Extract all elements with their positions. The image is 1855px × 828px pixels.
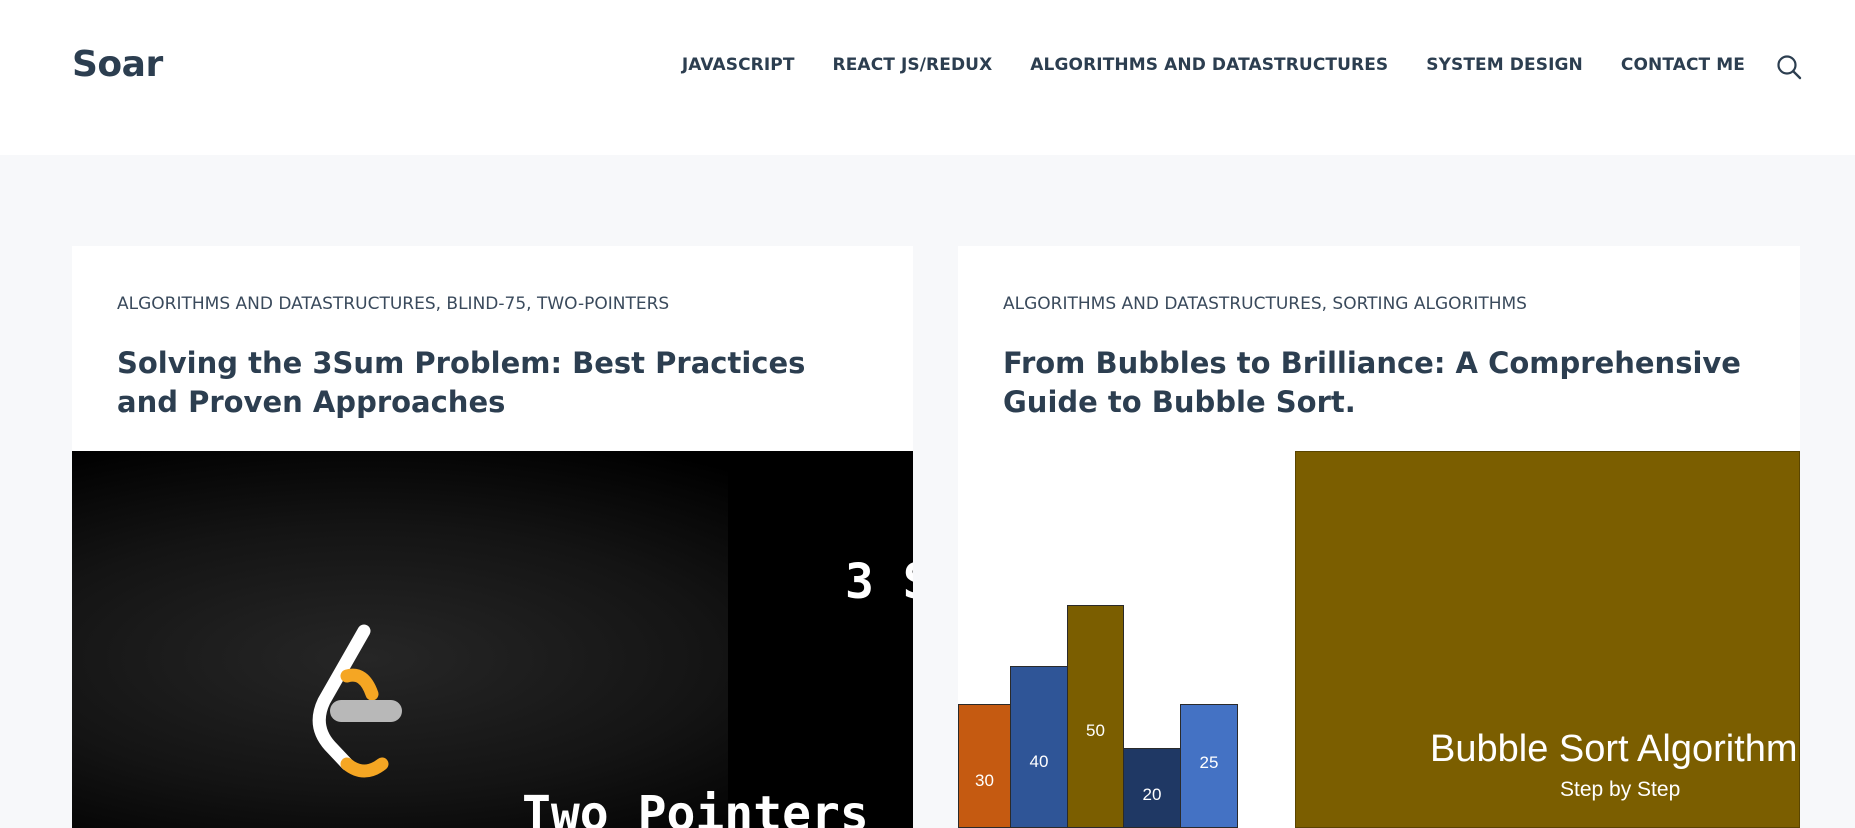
post-card[interactable]: ALGORITHMS AND DATASTRUCTURES, BLIND-75,… (72, 246, 913, 828)
post-title[interactable]: From Bubbles to Brilliance: A Comprehens… (1003, 344, 1743, 422)
nav-item-contact[interactable]: CONTACT ME (1621, 55, 1745, 75)
thumbnail-panel (728, 451, 913, 828)
thumbnail-subtitle: Step by Step (1560, 778, 1681, 801)
thumbnail-title: 3 S (845, 554, 913, 610)
bar-20: 20 (1123, 748, 1181, 828)
thumbnail-subtitle: Two Pointers (522, 786, 869, 828)
site-logo[interactable]: Soar (72, 44, 163, 85)
nav-item-system-design[interactable]: SYSTEM DESIGN (1426, 55, 1583, 75)
bar-30: 30 (958, 704, 1011, 828)
post-categories[interactable]: ALGORITHMS AND DATASTRUCTURES, SORTING A… (1003, 294, 1527, 314)
bar-40: 40 (1010, 666, 1068, 828)
main-nav: JAVASCRIPT REACT JS/REDUX ALGORITHMS AND… (682, 55, 1745, 75)
search-icon[interactable] (1776, 54, 1802, 80)
leetcode-logo-icon (312, 624, 402, 778)
nav-item-algorithms[interactable]: ALGORITHMS AND DATASTRUCTURES (1030, 55, 1388, 75)
thumbnail-panel: Bubble Sort Algorithm Step by Step (1295, 451, 1800, 828)
post-title[interactable]: Solving the 3Sum Problem: Best Practices… (117, 344, 857, 422)
bar-50: 50 (1067, 605, 1124, 828)
bar-25: 25 (1180, 704, 1238, 828)
post-categories[interactable]: ALGORITHMS AND DATASTRUCTURES, BLIND-75,… (117, 294, 669, 314)
post-card[interactable]: ALGORITHMS AND DATASTRUCTURES, SORTING A… (958, 246, 1800, 828)
thumbnail-title: Bubble Sort Algorithm (1430, 728, 1798, 770)
post-thumbnail[interactable]: 30 40 50 20 25 Bubble Sort Algorithm Ste… (958, 451, 1800, 828)
nav-item-javascript[interactable]: JAVASCRIPT (682, 55, 795, 75)
nav-item-react[interactable]: REACT JS/REDUX (833, 55, 993, 75)
site-header: Soar JAVASCRIPT REACT JS/REDUX ALGORITHM… (0, 0, 1855, 155)
post-thumbnail[interactable]: 3 S Two Pointers (72, 451, 913, 828)
